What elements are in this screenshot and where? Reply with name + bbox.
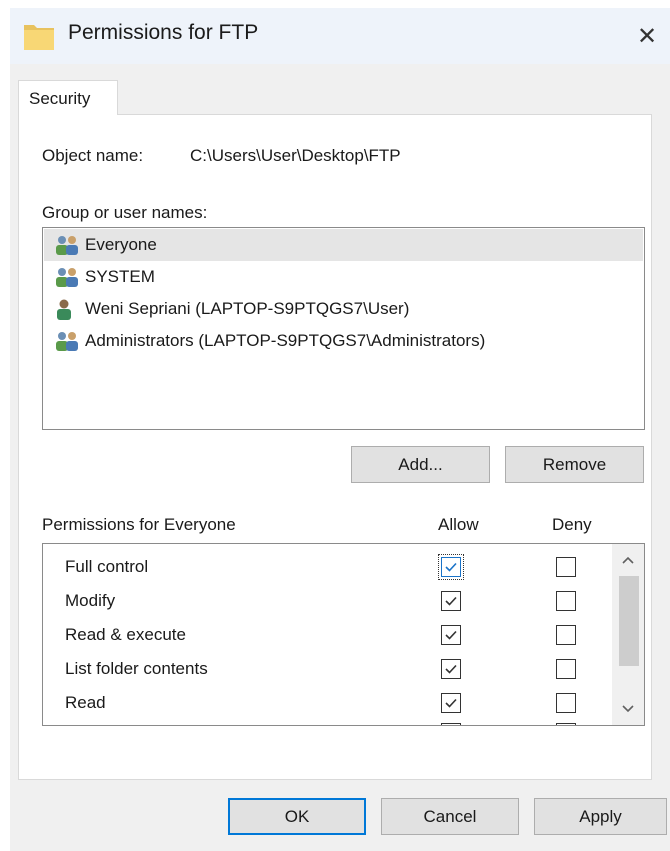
user-name: SYSTEM (85, 267, 155, 286)
check-icon (445, 596, 457, 606)
permission-row-read-execute: Read & execute (43, 619, 613, 653)
chevron-down-icon (622, 705, 634, 713)
check-icon (445, 664, 457, 674)
allow-checkbox-modify[interactable] (441, 591, 461, 611)
title-bar: Permissions for FTP ✕ (10, 8, 670, 64)
check-icon (445, 698, 457, 708)
permission-name: Read & execute (65, 625, 186, 644)
allow-checkbox-read-execute[interactable] (441, 625, 461, 645)
permission-name: Full control (65, 557, 149, 576)
folder-icon (22, 21, 56, 53)
tab-security[interactable]: Security (18, 80, 118, 115)
object-name-label: Object name: (42, 146, 144, 165)
deny-checkbox-modify[interactable] (556, 591, 576, 611)
allow-column-header: Allow (438, 515, 479, 534)
permission-row-read: Read (43, 687, 613, 721)
list-item-administrators[interactable]: Administrators (LAPTOP-S9PTQGS7\Administ… (44, 325, 643, 357)
list-item-weni-sepriani[interactable]: Weni Sepriani (LAPTOP-S9PTQGS7\User) (44, 293, 643, 325)
list-item-everyone[interactable]: Everyone (44, 229, 643, 261)
allow-checkbox-list-folder-contents[interactable] (441, 659, 461, 679)
users-group-icon (56, 268, 78, 287)
check-icon (445, 562, 457, 572)
group-user-list[interactable]: Everyone SYSTEM Weni Sepriani (LAPTOP-S9… (42, 227, 645, 430)
user-name: Weni Sepriani (LAPTOP-S9PTQGS7\User) (85, 299, 410, 318)
permissions-scrollbar[interactable] (612, 544, 644, 725)
deny-checkbox-partial[interactable] (556, 723, 576, 725)
allow-checkbox-read[interactable] (441, 693, 461, 713)
deny-column-header: Deny (552, 515, 592, 534)
users-group-icon (56, 332, 78, 351)
deny-checkbox-read[interactable] (556, 693, 576, 713)
permissions-list[interactable]: Full control Modify Read & execute List … (42, 543, 645, 726)
scroll-thumb[interactable] (619, 576, 639, 666)
permission-row-full-control: Full control (43, 551, 613, 585)
permissions-header: Permissions for Everyone (42, 515, 236, 534)
allow-checkbox-full-control[interactable] (438, 554, 464, 580)
object-name-value: C:\Users\User\Desktop\FTP (190, 146, 401, 165)
close-icon[interactable]: ✕ (637, 22, 657, 51)
scroll-down-button[interactable] (612, 693, 644, 725)
permission-row-list-folder-contents: List folder contents (43, 653, 613, 687)
permission-name: Read (65, 693, 106, 712)
deny-checkbox-read-execute[interactable] (556, 625, 576, 645)
remove-button[interactable]: Remove (505, 446, 644, 483)
add-button[interactable]: Add... (351, 446, 490, 483)
permission-name: Modify (65, 591, 116, 610)
user-name: Administrators (LAPTOP-S9PTQGS7\Administ… (85, 331, 486, 350)
permission-row-partial (43, 721, 613, 725)
apply-button[interactable]: Apply (534, 798, 667, 835)
group-list-label: Group or user names: (42, 203, 208, 222)
scroll-up-button[interactable] (612, 544, 644, 576)
user-name: Everyone (85, 235, 157, 254)
deny-checkbox-full-control[interactable] (556, 557, 576, 577)
permission-name: List folder contents (65, 659, 208, 678)
window-title: Permissions for FTP (68, 21, 259, 44)
ok-button[interactable]: OK (228, 798, 366, 835)
list-item-system[interactable]: SYSTEM (44, 261, 643, 293)
chevron-up-icon (622, 556, 634, 564)
close-button[interactable]: ✕ (624, 8, 670, 64)
cancel-button[interactable]: Cancel (381, 798, 519, 835)
user-icon (57, 299, 71, 320)
check-icon (445, 630, 457, 640)
allow-checkbox-partial[interactable] (441, 723, 461, 725)
deny-checkbox-list-folder-contents[interactable] (556, 659, 576, 679)
users-group-icon (56, 236, 78, 255)
permission-row-modify: Modify (43, 585, 613, 619)
